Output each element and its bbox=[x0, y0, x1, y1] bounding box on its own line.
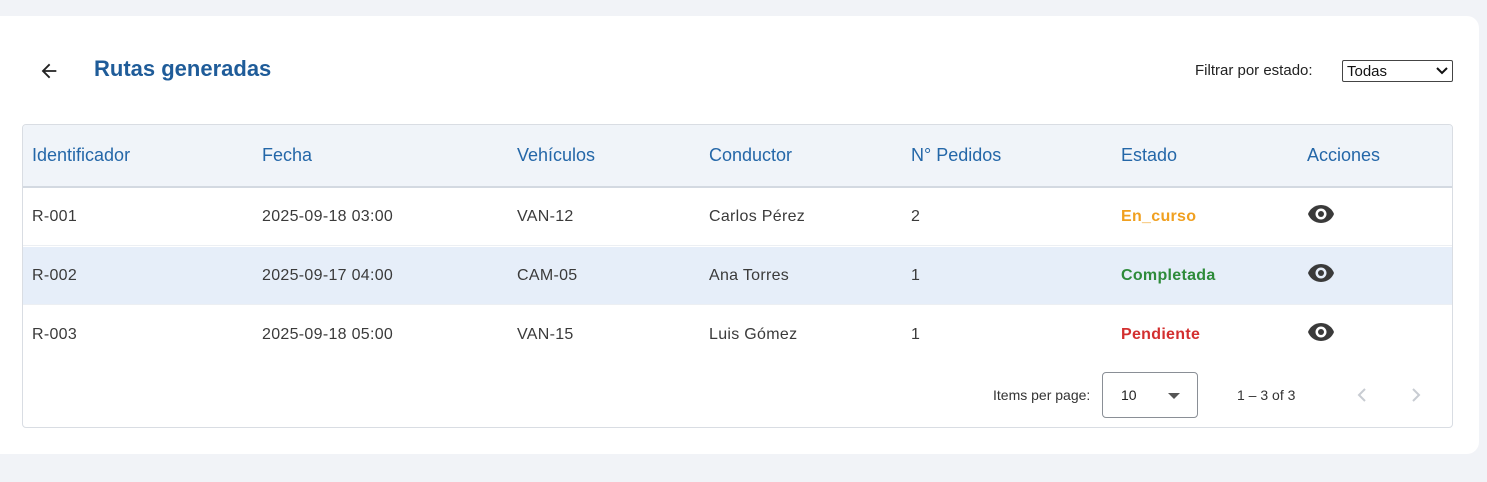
column-header-estado[interactable]: Estado bbox=[1121, 145, 1177, 166]
range-label: 1 – 3 of 3 bbox=[1237, 387, 1296, 403]
status-badge: Pendiente bbox=[1121, 326, 1201, 343]
status-badge: Completada bbox=[1121, 267, 1216, 284]
items-per-page-label: Items per page: bbox=[993, 387, 1091, 403]
cell-vehiculo: VAN-15 bbox=[517, 326, 574, 343]
chevron-down-icon bbox=[1436, 67, 1448, 75]
table-row[interactable]: R-001 2025-09-18 03:00 VAN-12 Carlos Pér… bbox=[23, 188, 1452, 246]
routes-table: Identificador Fecha Vehículos Conductor … bbox=[22, 124, 1453, 428]
status-filter-select[interactable]: Todas bbox=[1342, 60, 1453, 82]
items-per-page-select[interactable]: 10 bbox=[1102, 372, 1198, 418]
arrow-left-icon bbox=[41, 63, 57, 79]
cell-conductor: Luis Gómez bbox=[709, 326, 798, 343]
column-header-fecha[interactable]: Fecha bbox=[262, 145, 312, 166]
chevron-right-icon bbox=[1412, 388, 1421, 402]
cell-fecha: 2025-09-17 04:00 bbox=[262, 267, 394, 284]
cell-fecha: 2025-09-18 05:00 bbox=[262, 326, 394, 343]
eye-icon[interactable] bbox=[1307, 262, 1335, 284]
cell-vehiculo: CAM-05 bbox=[517, 267, 578, 284]
column-header-identificador[interactable]: Identificador bbox=[32, 145, 130, 166]
cell-pedidos: 1 bbox=[911, 326, 921, 343]
status-filter-value: Todas bbox=[1347, 62, 1388, 80]
cell-vehiculo: VAN-12 bbox=[517, 208, 574, 225]
back-button[interactable] bbox=[36, 58, 62, 84]
cell-conductor: Ana Torres bbox=[709, 267, 790, 284]
cell-pedidos: 1 bbox=[911, 267, 921, 284]
column-header-pedidos[interactable]: N° Pedidos bbox=[911, 145, 1001, 166]
cell-fecha: 2025-09-18 03:00 bbox=[262, 208, 394, 225]
page-title: Rutas generadas bbox=[94, 56, 272, 81]
cell-identificador: R-003 bbox=[32, 326, 78, 343]
column-header-conductor[interactable]: Conductor bbox=[709, 145, 792, 166]
table-row[interactable]: R-003 2025-09-18 05:00 VAN-15 Luis Gómez… bbox=[23, 306, 1452, 364]
column-header-acciones: Acciones bbox=[1307, 145, 1381, 165]
cell-pedidos: 2 bbox=[911, 208, 921, 225]
cell-identificador: R-001 bbox=[32, 208, 78, 225]
cell-identificador: R-002 bbox=[32, 267, 78, 284]
filter-label: Filtrar por estado: bbox=[1195, 62, 1313, 79]
previous-page-button[interactable] bbox=[1349, 382, 1375, 408]
eye-icon[interactable] bbox=[1307, 321, 1335, 343]
caret-down-icon bbox=[1168, 393, 1180, 399]
next-page-button[interactable] bbox=[1403, 382, 1429, 408]
routes-card: Rutas generadas Filtrar por estado: Toda… bbox=[0, 16, 1479, 454]
table-header: Identificador Fecha Vehículos Conductor … bbox=[23, 125, 1452, 188]
items-per-page-value: 10 bbox=[1121, 387, 1137, 403]
cell-conductor: Carlos Pérez bbox=[709, 208, 806, 225]
chevron-left-icon bbox=[1357, 388, 1366, 402]
status-badge: En_curso bbox=[1121, 208, 1197, 225]
column-header-vehiculos[interactable]: Vehículos bbox=[517, 145, 595, 166]
eye-icon[interactable] bbox=[1307, 203, 1335, 225]
paginator: Items per page: 10 1 – 3 of 3 bbox=[23, 370, 1452, 427]
table-row[interactable]: R-002 2025-09-17 04:00 CAM-05 Ana Torres… bbox=[23, 247, 1452, 305]
page-header: Rutas generadas Filtrar por estado: Toda… bbox=[0, 16, 1479, 124]
